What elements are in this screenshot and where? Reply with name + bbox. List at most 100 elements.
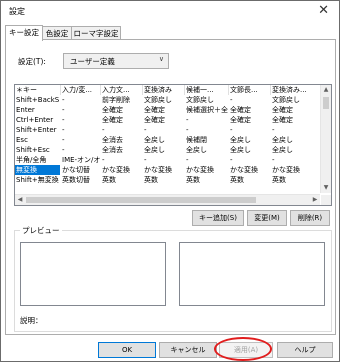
table-cell[interactable]: - xyxy=(229,155,270,165)
horizontal-scrollbar[interactable]: ◀ ▶ xyxy=(15,194,320,205)
table-row[interactable]: 無変換 かな切替 かな変換 かな変換 かな変換 かな変換 かな変換 xyxy=(15,165,320,175)
setting-select[interactable]: ユーザー定義 ∨ xyxy=(63,53,169,69)
table-cell[interactable]: - xyxy=(61,115,100,125)
table-row[interactable]: Shift+Enter - - - - - - xyxy=(15,125,320,135)
table-cell[interactable]: 全確定 xyxy=(143,115,184,125)
table-cell[interactable]: かな変換 xyxy=(185,165,228,175)
table-cell[interactable]: かな変換 xyxy=(143,165,184,175)
table-cell[interactable]: 全消去 xyxy=(101,135,142,145)
table-cell[interactable]: 候補閉 xyxy=(185,135,228,145)
table-cell[interactable]: 全消去 xyxy=(101,145,142,155)
scroll-thumb[interactable] xyxy=(26,197,256,203)
cancel-button[interactable]: キャンセル xyxy=(159,342,217,358)
scroll-right-icon[interactable]: ▶ xyxy=(310,195,320,205)
table-cell[interactable]: 全戻し xyxy=(229,145,270,155)
column-header[interactable]: 候補一... xyxy=(185,85,229,95)
table-cell[interactable]: 全確定 xyxy=(101,105,142,115)
table-cell[interactable]: - xyxy=(143,125,184,135)
table-cell[interactable]: - xyxy=(271,155,320,165)
table-cell[interactable]: - xyxy=(61,125,100,135)
close-icon[interactable]: ✕ xyxy=(318,4,329,17)
table-cell[interactable]: かな切替 xyxy=(61,165,100,175)
column-header[interactable]: 変換済み... xyxy=(271,85,321,95)
table-cell[interactable]: かな変換 xyxy=(229,165,270,175)
table-cell[interactable]: Shift+Enter xyxy=(15,125,60,135)
table-cell[interactable]: 全戻し xyxy=(229,135,270,145)
table-cell[interactable]: 候補選択＋全確定 xyxy=(185,105,228,115)
table-cell[interactable]: 全戻し xyxy=(143,145,184,155)
table-cell[interactable]: 前字削除 xyxy=(101,95,142,105)
table-cell[interactable]: 全戻し xyxy=(185,145,228,155)
column-header[interactable]: ＊キー xyxy=(15,85,61,95)
table-row[interactable]: 半角/全角IME-オン/オフ----- xyxy=(15,155,320,165)
change-button[interactable]: 変更(M) xyxy=(247,210,287,226)
table-cell[interactable]: 半角/全角 xyxy=(15,155,60,165)
table-cell[interactable]: 文節戻し xyxy=(185,95,228,105)
table-cell[interactable]: - xyxy=(185,155,228,165)
table-cell[interactable]: 英数 xyxy=(143,175,184,185)
table-cell[interactable]: - xyxy=(101,155,142,165)
table-cell[interactable]: 全確定 xyxy=(143,105,184,115)
tab-romaji-settings[interactable]: ローマ字設定 xyxy=(71,26,121,40)
table-cell[interactable]: - xyxy=(185,125,228,135)
chevron-down-icon: ∨ xyxy=(158,55,164,63)
table-cell[interactable]: - xyxy=(229,125,270,135)
table-cell[interactable]: Shift+無変換 xyxy=(15,175,60,185)
table-cell[interactable]: 文節戻し xyxy=(143,95,184,105)
table-cell[interactable]: 全確定 xyxy=(229,105,270,115)
table-cell[interactable]: 英数切替 xyxy=(61,175,100,185)
table-cell[interactable]: 全確定 xyxy=(271,115,320,125)
table-cell[interactable]: Shift+Esc xyxy=(15,145,60,155)
table-cell[interactable]: - xyxy=(185,115,228,125)
help-button[interactable]: ヘルプ xyxy=(277,342,333,358)
table-cell[interactable]: かな変換 xyxy=(101,165,142,175)
add-key-button[interactable]: キー追加(S) xyxy=(192,210,244,226)
table-cell[interactable]: 全戻し xyxy=(271,135,320,145)
tab-color-settings[interactable]: 色設定 xyxy=(42,26,72,40)
table-cell[interactable]: - xyxy=(143,155,184,165)
table-cell[interactable]: 全確定 xyxy=(271,105,320,115)
table-cell[interactable]: - xyxy=(61,105,100,115)
scroll-thumb[interactable] xyxy=(323,97,329,109)
key-binding-table[interactable]: ＊キー 入力/変... 入力文... 変換済み 候補一... 文節長... 変換… xyxy=(14,84,332,206)
vertical-scrollbar[interactable]: ▲ ▼ xyxy=(320,85,331,193)
column-header[interactable]: 入力文... xyxy=(101,85,143,95)
table-cell[interactable]: 英数 xyxy=(271,175,320,185)
table-cell[interactable]: - xyxy=(61,135,100,145)
table-cell[interactable]: - xyxy=(101,125,142,135)
table-cell[interactable]: 文節戻し xyxy=(271,95,320,105)
table-row[interactable]: Shift+BackS - 前字削除 文節戻し 文節戻し - 文節戻し xyxy=(15,95,320,105)
table-cell[interactable]: IME-オン/オフ xyxy=(61,155,100,165)
table-row[interactable]: Enter-全確定全確定候補選択＋全確定全確定全確定 xyxy=(15,105,320,115)
column-header[interactable]: 変換済み xyxy=(143,85,185,95)
scroll-up-icon[interactable]: ▲ xyxy=(321,85,331,95)
table-cell[interactable]: 全戻し xyxy=(271,145,320,155)
table-cell[interactable]: 全確定 xyxy=(229,115,270,125)
scroll-left-icon[interactable]: ◀ xyxy=(15,195,25,205)
table-row[interactable]: Shift+Esc - 全消去 全戻し 全戻し 全戻し 全戻し xyxy=(15,145,320,155)
table-cell[interactable]: Shift+BackS xyxy=(15,95,60,105)
table-cell[interactable]: 全戻し xyxy=(143,135,184,145)
ok-button[interactable]: OK xyxy=(98,342,156,358)
table-cell[interactable]: かな変換 xyxy=(271,165,320,175)
table-cell[interactable]: 英数 xyxy=(185,175,228,185)
table-cell[interactable]: - xyxy=(271,125,320,135)
table-cell[interactable]: - xyxy=(229,95,270,105)
table-cell[interactable]: Ctrl+Enter xyxy=(15,115,60,125)
table-cell[interactable]: - xyxy=(61,145,100,155)
table-cell[interactable]: 英数 xyxy=(101,175,142,185)
table-row[interactable]: Shift+無変換 英数切替 英数 英数 英数 英数 英数 xyxy=(15,175,320,185)
table-cell[interactable]: 全確定 xyxy=(101,115,142,125)
delete-button[interactable]: 削除(R) xyxy=(290,210,330,226)
tab-key-settings[interactable]: キー設定 xyxy=(5,25,43,41)
table-cell[interactable]: - xyxy=(61,95,100,105)
table-row[interactable]: Ctrl+Enter - 全確定 全確定 - 全確定 全確定 xyxy=(15,115,320,125)
scroll-down-icon[interactable]: ▼ xyxy=(321,183,331,193)
table-cell[interactable]: Esc xyxy=(15,135,60,145)
table-cell[interactable]: 英数 xyxy=(229,175,270,185)
table-cell[interactable]: Enter xyxy=(15,105,60,115)
column-header[interactable]: 入力/変... xyxy=(61,85,101,95)
table-cell[interactable]: 無変換 xyxy=(15,165,60,175)
table-row[interactable]: Esc - 全消去 全戻し 候補閉 全戻し 全戻し xyxy=(15,135,320,145)
column-header[interactable]: 文節長... xyxy=(229,85,271,95)
